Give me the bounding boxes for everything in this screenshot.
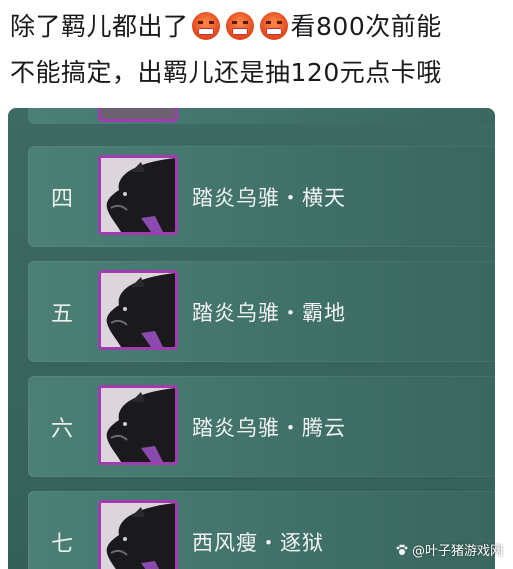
watermark-text: @叶子猪游戏网 [411,544,503,559]
caption-line-2: 不能搞定，出羁儿还是抽120元点卡哦 [10,58,442,87]
caption-text-1a: 除了羁儿都出了 [10,12,189,41]
rank-number: 四 [50,186,73,212]
angry-emoji-icon [259,12,288,40]
horse-portrait-icon [98,108,178,122]
caption-line-1: 除了羁儿都出了 看800次前能 [10,4,505,50]
post-caption: 除了羁儿都出了 看800次前能 不能搞定，出羁儿还是抽120元点卡哦 [10,4,505,96]
horse-portrait-icon [98,385,178,465]
list-item[interactable]: 五 踏炎乌骓・霸地 [28,261,495,362]
mount-name: 踏炎乌骓・霸地 [192,300,346,325]
horse-portrait-icon [98,500,178,569]
angry-emoji-icon [191,12,220,40]
mount-name: 踏炎乌骓・腾云 [192,415,346,440]
rank-number: 六 [50,416,73,442]
rank-number: 七 [50,531,73,557]
angry-emoji-icon [225,12,254,40]
horse-portrait-icon [98,270,178,350]
list-item-partial [28,108,495,124]
list-item[interactable]: 六 踏炎乌骓・腾云 [28,376,495,477]
caption-text-1b: 看800次前能 [290,12,442,41]
rank-number: 五 [50,301,73,327]
paw-icon [396,544,408,555]
watermark: @叶子猪游戏网 [396,540,503,559]
mount-name: 西风瘦・逐狱 [192,530,324,555]
mount-list-panel: 四 踏炎乌骓・横天 五 踏炎乌骓・霸地 六 踏炎乌骓・腾云 七 西风瘦・逐狱 [8,108,495,569]
list-item[interactable]: 四 踏炎乌骓・横天 [28,146,495,247]
horse-portrait-icon [98,155,178,235]
mount-name: 踏炎乌骓・横天 [192,185,346,210]
